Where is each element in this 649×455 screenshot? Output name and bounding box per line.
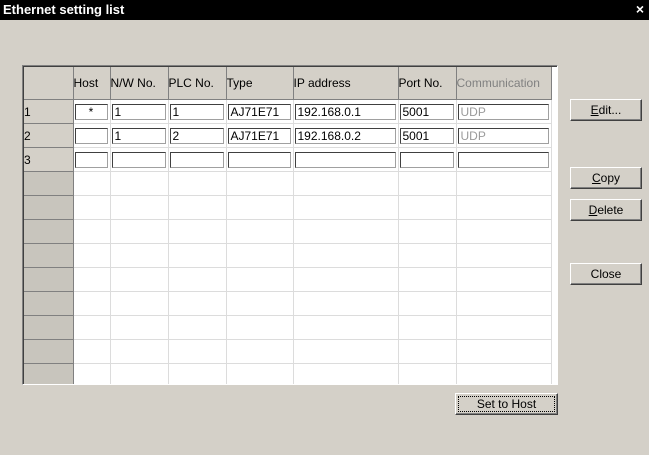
corner-header bbox=[24, 67, 74, 100]
ip-address-cell[interactable]: 192.168.0.1 bbox=[294, 104, 396, 120]
nw-no-cell[interactable]: 1 bbox=[111, 104, 166, 120]
column-header-communication: Communication bbox=[456, 67, 552, 100]
empty-row bbox=[24, 195, 552, 220]
row-number: 2 bbox=[24, 123, 74, 148]
table-row: 3 bbox=[24, 147, 552, 172]
communication-cell: UDP bbox=[457, 128, 549, 144]
port-no-cell[interactable]: 5001 bbox=[399, 128, 454, 144]
ip-address-cell[interactable] bbox=[294, 152, 396, 168]
empty-row bbox=[24, 291, 552, 316]
set-to-host-button[interactable]: Set to Host bbox=[455, 393, 558, 415]
empty-row bbox=[24, 171, 552, 196]
title-bar: Ethernet setting list × bbox=[0, 0, 649, 20]
column-header-plc-no: PLC No. bbox=[168, 67, 227, 100]
communication-cell: UDP bbox=[457, 104, 549, 120]
plc-no-cell[interactable]: 2 bbox=[169, 128, 224, 144]
table-row: 2 1 2 AJ71E71 192.168.0.2 5001 UDP bbox=[24, 123, 552, 148]
empty-row bbox=[24, 315, 552, 340]
edit-mnemonic: E bbox=[590, 103, 599, 117]
host-cell[interactable]: * bbox=[74, 104, 108, 120]
column-header-port-no: Port No. bbox=[398, 67, 457, 100]
nw-no-cell[interactable]: 1 bbox=[111, 128, 166, 144]
edit-button[interactable]: Edit... bbox=[570, 99, 642, 121]
plc-no-cell[interactable] bbox=[169, 152, 224, 168]
type-cell[interactable] bbox=[227, 152, 291, 168]
close-button[interactable]: Close bbox=[570, 263, 642, 285]
host-cell[interactable] bbox=[74, 152, 108, 168]
empty-row bbox=[24, 267, 552, 292]
column-header-ip-address: IP address bbox=[293, 67, 399, 100]
copy-label: opy bbox=[600, 171, 621, 185]
port-no-cell[interactable] bbox=[399, 152, 454, 168]
column-header-type: Type bbox=[226, 67, 294, 100]
row-number: 1 bbox=[24, 99, 74, 124]
row-number: 3 bbox=[24, 147, 74, 172]
delete-mnemonic: D bbox=[588, 203, 598, 217]
column-header-nw-no: N/W No. bbox=[110, 67, 169, 100]
ip-address-cell[interactable]: 192.168.0.2 bbox=[294, 128, 396, 144]
communication-cell bbox=[457, 152, 549, 168]
empty-row bbox=[24, 363, 552, 384]
copy-button[interactable]: Copy bbox=[570, 167, 642, 189]
type-cell[interactable]: AJ71E71 bbox=[227, 104, 291, 120]
empty-row bbox=[24, 219, 552, 244]
ethernet-settings-grid: Host N/W No. PLC No. Type IP address Por… bbox=[22, 65, 558, 385]
empty-row bbox=[24, 339, 552, 364]
copy-mnemonic: C bbox=[591, 171, 601, 185]
delete-label: elete bbox=[597, 203, 624, 217]
type-cell[interactable]: AJ71E71 bbox=[227, 128, 291, 144]
host-cell[interactable] bbox=[74, 128, 108, 144]
edit-label: dit... bbox=[598, 103, 622, 117]
window-title: Ethernet setting list bbox=[3, 2, 125, 17]
delete-button[interactable]: Delete bbox=[570, 199, 642, 221]
empty-row bbox=[24, 243, 552, 268]
column-header-host: Host bbox=[73, 67, 111, 100]
port-no-cell[interactable]: 5001 bbox=[399, 104, 454, 120]
close-icon[interactable]: × bbox=[633, 1, 647, 17]
plc-no-cell[interactable]: 1 bbox=[169, 104, 224, 120]
table-row: 1 * 1 1 AJ71E71 192.168.0.1 5001 UDP bbox=[24, 99, 552, 124]
header-row: Host N/W No. PLC No. Type IP address Por… bbox=[24, 67, 552, 100]
nw-no-cell[interactable] bbox=[111, 152, 166, 168]
